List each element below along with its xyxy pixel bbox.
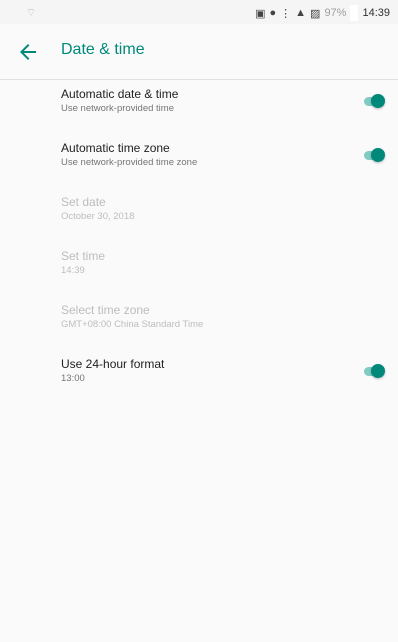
- setting-use-24-hour-format[interactable]: Use 24-hour format 13:00: [0, 350, 398, 404]
- setting-subtitle: Use network-provided time: [61, 103, 174, 114]
- setting-title: Automatic date & time: [61, 87, 179, 101]
- setting-title: Automatic time zone: [61, 141, 170, 155]
- setting-subtitle: 13:00: [61, 373, 85, 384]
- location-icon: ●: [269, 7, 277, 19]
- setting-subtitle: Use network-provided time zone: [61, 157, 198, 168]
- app-bar: Date & time: [0, 24, 398, 80]
- setting-automatic-date-time[interactable]: Automatic date & time Use network-provid…: [0, 80, 398, 134]
- no-sim-icon: ▨: [310, 7, 321, 20]
- use-24-hour-format-toggle[interactable]: [362, 364, 386, 378]
- setting-subtitle: GMT+08:00 China Standard Time: [61, 319, 204, 330]
- automatic-time-zone-toggle[interactable]: [362, 148, 386, 162]
- status-icons: ▣ ● ⋮ ▲ ▨ 97% 14:39: [255, 5, 390, 21]
- setting-set-time: Set time 14:39: [0, 242, 398, 296]
- setting-title: Set time: [61, 249, 106, 263]
- setting-subtitle: October 30, 2018: [61, 211, 135, 222]
- cast-icon: ▣: [255, 7, 266, 20]
- status-bar: ⌔ ▣ ● ⋮ ▲ ▨ 97% 14:39: [0, 0, 398, 24]
- setting-title: Set date: [61, 195, 106, 209]
- setting-title: Use 24-hour format: [61, 357, 165, 371]
- setting-subtitle: 14:39: [61, 265, 85, 276]
- toggle-thumb: [371, 94, 385, 108]
- setting-select-time-zone: Select time zone GMT+08:00 China Standar…: [0, 296, 398, 350]
- vibrate-icon: ⋮: [280, 7, 292, 20]
- status-time: 14:39: [362, 7, 390, 19]
- signal-icon: ▲: [295, 7, 307, 19]
- page-title: Date & time: [61, 41, 145, 58]
- toggle-thumb: [371, 148, 385, 162]
- wifi-off-icon: ⌔: [26, 7, 37, 19]
- setting-title: Select time zone: [61, 303, 150, 317]
- toggle-thumb: [371, 364, 385, 378]
- back-arrow-icon[interactable]: [16, 40, 40, 64]
- setting-automatic-time-zone[interactable]: Automatic time zone Use network-provided…: [0, 134, 398, 188]
- battery-percent: 97%: [324, 7, 347, 19]
- automatic-date-time-toggle[interactable]: [362, 94, 386, 108]
- battery-icon: [350, 5, 359, 21]
- setting-set-date: Set date October 30, 2018: [0, 188, 398, 242]
